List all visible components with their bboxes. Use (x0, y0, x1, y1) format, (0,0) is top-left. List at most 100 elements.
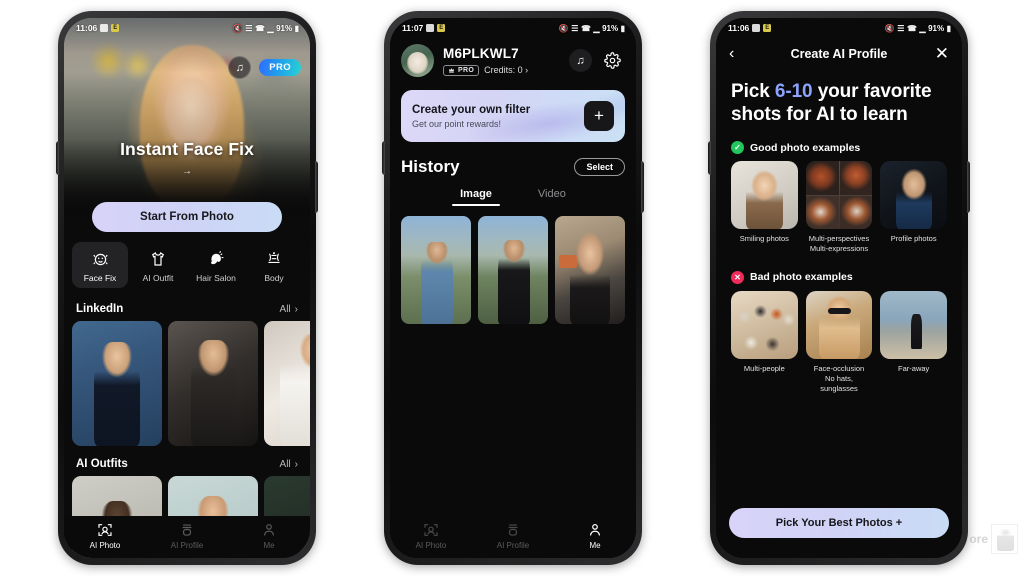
avatar[interactable] (401, 44, 434, 77)
nav-label: AI Profile (496, 541, 530, 551)
section-all-link[interactable]: All › (280, 304, 298, 315)
category-ai-outfit[interactable]: AI Outfit (130, 242, 186, 288)
section-all-link[interactable]: All › (280, 459, 298, 470)
ai-photo-icon (97, 522, 113, 539)
hero-top-actions: ♫ PRO (228, 56, 301, 79)
section-title: AI Outfits (76, 458, 128, 470)
headphone-icon[interactable]: ♫ (228, 56, 252, 79)
profile-meta: PRO Credits: 0 › (443, 64, 560, 76)
category-label: Body (264, 273, 284, 283)
statusbar-left: 11:06 E (728, 23, 772, 33)
wifi-icon: ☰ (897, 23, 905, 33)
gear-icon[interactable] (601, 49, 624, 72)
phone1-screen: 11:06 E 🔇 ☰ ☎ ▁ 91% ▮ Instant Face Fix →… (64, 18, 310, 558)
heading-highlight: 6-10 (774, 81, 813, 102)
battery-percent: 91% (928, 23, 945, 33)
select-button[interactable]: Select (574, 158, 625, 176)
tshirt-icon (149, 249, 167, 269)
headphone-icon[interactable]: ♫ (569, 49, 592, 72)
phone1-statusbar: 11:06 E 🔇 ☰ ☎ ▁ 91% ▮ (64, 18, 310, 36)
statusbar-right: 🔇 ☰ ☎ ▁ 91% ▮ (885, 24, 951, 33)
thumbnail-item[interactable] (264, 321, 310, 446)
category-hair-salon[interactable]: Hair Salon (188, 242, 244, 288)
profile-identity: M6PLKWL7 PRO Credits: 0 › (443, 46, 560, 76)
example-item[interactable]: Face-occlusion No hats, sunglasses (805, 290, 873, 394)
create-filter-card[interactable]: Create your own filter Get our point rew… (401, 90, 625, 142)
battery-icon: ▮ (620, 23, 625, 33)
screenshot-stage: 11:06 E 🔇 ☰ ☎ ▁ 91% ▮ Instant Face Fix →… (0, 0, 1024, 576)
statusbar-time: 11:06 (76, 23, 98, 33)
good-examples-label: Good photo examples (750, 141, 861, 154)
phone1-content: Face Fix AI Outfit Hair Salon Body Linke… (64, 213, 310, 558)
phone2-content: 11:07 E 🔇 ☰ ☎ ▁ 91% ▮ M6PLKWL7 PRO Credi… (390, 18, 636, 558)
example-image (805, 161, 873, 230)
mute-icon: 🔇 (232, 23, 243, 33)
start-from-photo-button[interactable]: Start From Photo (92, 202, 282, 232)
nav-me[interactable]: Me (238, 522, 300, 551)
history-item[interactable] (555, 216, 625, 324)
nav-ai-photo[interactable]: AI Photo (74, 522, 136, 550)
section-all-label: All (279, 303, 291, 315)
example-item[interactable]: Multi-perspectives Multi-expressions (805, 161, 873, 254)
create-filter-text: Create your own filter Get our point rew… (412, 104, 530, 129)
category-label: Hair Salon (196, 273, 236, 283)
example-item[interactable]: Profile photos (880, 161, 948, 254)
nav-label: Me (589, 541, 601, 551)
pick-best-photos-button[interactable]: Pick Your Best Photos + (729, 508, 949, 538)
nav-ai-photo[interactable]: AI Photo (400, 522, 462, 550)
nav-label: AI Profile (170, 541, 204, 551)
pro-badge[interactable]: PRO (259, 59, 301, 76)
history-item[interactable] (401, 216, 471, 324)
nav-label: Me (263, 541, 275, 551)
add-filter-button[interactable]: + (584, 101, 614, 131)
badge-e-icon: E (437, 24, 446, 32)
signal-icon: ▁ (593, 23, 600, 33)
chevron-left-icon[interactable]: ‹ (729, 45, 749, 63)
example-item[interactable]: Far-away (880, 290, 948, 394)
close-icon[interactable]: ✕ (929, 44, 949, 64)
hero-title: Instant Face Fix (120, 139, 254, 159)
bad-examples-label: Bad photo examples (750, 271, 853, 284)
example-item[interactable]: Smiling photos (731, 161, 798, 254)
good-examples-header: ✓ Good photo examples (716, 126, 962, 155)
nav-ai-profile[interactable]: AI Profile (156, 522, 218, 551)
phone-create-ai-profile: 11:06 E 🔇 ☰ ☎ ▁ 91% ▮ ‹ Create AI Profil… (708, 11, 970, 565)
thumbnail-item[interactable] (168, 321, 258, 446)
badge-e-icon: E (763, 24, 772, 32)
category-face-fix[interactable]: Face Fix (72, 242, 128, 288)
watermark-text: ore (969, 532, 988, 546)
tab-video[interactable]: Video (538, 188, 566, 206)
call-icon: ☎ (254, 23, 265, 33)
signal-icon: ▁ (267, 23, 274, 33)
mute-icon: 🔇 (558, 23, 569, 33)
create-filter-subtitle: Get our point rewards! (412, 118, 502, 129)
credits-link[interactable]: Credits: 0 › (484, 65, 528, 75)
category-body[interactable]: Body (246, 242, 302, 288)
battery-percent: 91% (276, 23, 293, 33)
example-image (880, 290, 948, 359)
pro-chip[interactable]: PRO (443, 64, 480, 76)
example-image (731, 161, 798, 230)
tab-image[interactable]: Image (452, 188, 500, 206)
linkedin-thumbnail-row[interactable] (64, 321, 310, 446)
category-label: Face Fix (83, 273, 117, 283)
history-item[interactable] (478, 216, 548, 324)
wifi-icon: ☰ (245, 23, 253, 33)
thumbnail-item[interactable] (72, 321, 162, 446)
example-item[interactable]: Multi-people (731, 290, 798, 394)
phone3-content: 11:06 E 🔇 ☰ ☎ ▁ 91% ▮ ‹ Create AI Profil… (716, 18, 962, 558)
phone2-screen: 11:07 E 🔇 ☰ ☎ ▁ 91% ▮ M6PLKWL7 PRO Credi… (390, 18, 636, 558)
wifi-icon: ☰ (571, 23, 579, 33)
nav-ai-profile[interactable]: AI Profile (482, 522, 544, 551)
hero-banner[interactable]: Instant Face Fix → (64, 18, 310, 213)
example-caption: Far-away (898, 363, 930, 373)
hero-arrow-icon: → (182, 166, 192, 177)
nav-me[interactable]: Me (564, 522, 626, 551)
history-header: History Select (390, 142, 636, 177)
phone2-statusbar: 11:07 E 🔇 ☰ ☎ ▁ 91% ▮ (390, 18, 636, 36)
bad-examples-header: ✕ Bad photo examples (716, 255, 962, 284)
statusbar-time: 11:06 (728, 23, 750, 33)
section-all-label: All (279, 458, 291, 470)
heading-before: Pick (731, 81, 775, 102)
phone1-bottom-nav: AI Photo AI Profile Me (64, 516, 310, 558)
